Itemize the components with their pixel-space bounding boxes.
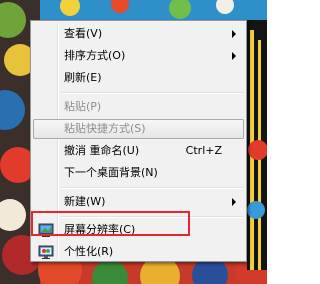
submenu-arrow-icon	[232, 52, 236, 60]
menu-item-new[interactable]: 新建(W)	[33, 192, 244, 212]
menu-item-paste-shortcut[interactable]: 粘贴快捷方式(S)	[33, 119, 244, 139]
annotation-highlight-box	[31, 211, 190, 236]
personalize-icon	[38, 245, 54, 259]
menu-item-undo-rename[interactable]: 撤消 重命名(U) Ctrl+Z	[33, 141, 244, 161]
submenu-arrow-icon	[232, 30, 236, 38]
menu-item-next-background[interactable]: 下一个桌面背景(N)	[33, 163, 244, 183]
menu-item-paste[interactable]: 粘贴(P)	[33, 97, 244, 117]
menu-item-sort-by[interactable]: 排序方式(O)	[33, 46, 244, 66]
menu-item-personalize[interactable]: 个性化(R)	[33, 242, 244, 262]
menu-separator	[61, 92, 244, 94]
submenu-arrow-icon	[232, 198, 236, 206]
menu-item-refresh[interactable]: 刷新(E)	[33, 68, 244, 88]
undo-shortcut-hint: Ctrl+Z	[185, 144, 222, 157]
menu-separator	[61, 187, 244, 189]
menu-item-view[interactable]: 查看(V)	[33, 24, 244, 44]
